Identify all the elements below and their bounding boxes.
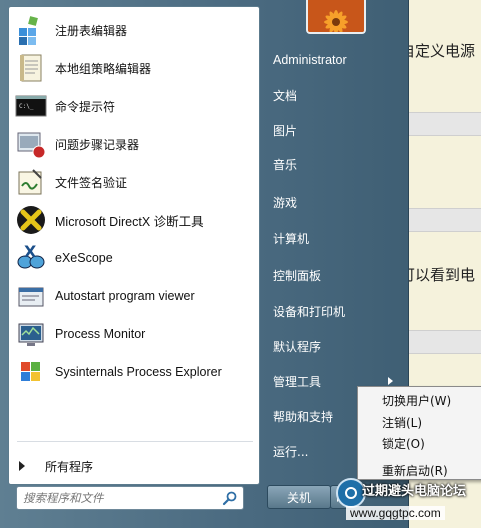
autostart-viewer-icon	[15, 280, 47, 312]
right-item-documents[interactable]: 文档	[265, 82, 405, 108]
background-text-line: 可以看到电	[400, 266, 476, 284]
watermark-title: 过期避头电脑论坛	[362, 484, 467, 499]
all-programs-button[interactable]: 所有程序	[19, 455, 93, 477]
steps-recorder-icon	[15, 128, 47, 160]
right-item-label: 文档	[273, 88, 298, 103]
command-prompt-icon: C:\_	[15, 90, 47, 122]
right-item-label: 控制面板	[273, 268, 322, 283]
background-text-line: 自定义电源	[400, 42, 476, 60]
program-label: 文件签名验证	[55, 175, 128, 190]
program-label: 命令提示符	[55, 99, 116, 114]
registry-editor-icon	[15, 14, 47, 46]
right-item-label: 默认程序	[273, 339, 322, 354]
program-item-steps-recorder[interactable]: 问题步骤记录器	[13, 127, 253, 161]
program-label: Sysinternals Process Explorer	[55, 365, 222, 379]
program-item-process-explorer[interactable]: Sysinternals Process Explorer	[13, 355, 253, 389]
program-label: Autostart program viewer	[55, 289, 195, 303]
search-box[interactable]	[16, 486, 244, 510]
program-item-exescope[interactable]: X eXeScope	[13, 241, 253, 275]
program-label: Microsoft DirectX 诊断工具	[55, 214, 204, 229]
program-item-registry-editor[interactable]: 注册表编辑器	[13, 13, 253, 47]
group-policy-icon	[15, 52, 47, 84]
right-item-label: Administrator	[273, 53, 347, 67]
svg-text:C:\_: C:\_	[19, 103, 34, 110]
right-item-label: 运行...	[273, 444, 309, 459]
start-menu: 注册表编辑器 本地组策略编辑器 C:\_ 命令提示符 问题步骤记录器 文件签名验…	[0, 0, 409, 528]
right-item-music[interactable]: 音乐	[265, 151, 405, 177]
right-item-control-panel[interactable]: 控制面板	[265, 262, 405, 288]
menu-item-log-off[interactable]: 注销(L)	[382, 414, 422, 431]
program-item-file-signature[interactable]: 文件签名验证	[13, 165, 253, 199]
program-label: 注册表编辑器	[55, 23, 128, 38]
program-label: Process Monitor	[55, 327, 146, 341]
right-item-label: 帮助和支持	[273, 409, 334, 424]
watermark: 过期避头电脑论坛 www.gqgtpc.com	[336, 472, 481, 528]
program-item-directx[interactable]: Microsoft DirectX 诊断工具	[13, 203, 253, 237]
right-item-label: 设备和打印机	[273, 304, 346, 319]
all-programs-label: 所有程序	[45, 459, 94, 474]
shutdown-button[interactable]: 关机	[267, 485, 331, 509]
right-item-label: 音乐	[273, 157, 298, 172]
search-icon[interactable]	[222, 490, 238, 506]
right-item-user-folder[interactable]: Administrator	[265, 47, 405, 73]
program-item-command-prompt[interactable]: C:\_ 命令提示符	[13, 89, 253, 123]
right-item-pictures[interactable]: 图片	[265, 117, 405, 143]
right-item-label: 游戏	[273, 195, 298, 210]
search-input[interactable]	[21, 489, 215, 507]
right-item-label: 图片	[273, 123, 298, 138]
watermark-url: www.gqgtpc.com	[346, 506, 445, 520]
process-explorer-icon	[15, 356, 47, 388]
right-item-games[interactable]: 游戏	[265, 189, 405, 215]
menu-item-switch-user[interactable]: 切换用户(W)	[382, 392, 451, 409]
power-options-menu: 切换用户(W) 注销(L) 锁定(O) 重新启动(R)	[357, 386, 481, 480]
exescope-icon: X	[15, 242, 47, 274]
divider	[17, 441, 253, 442]
program-label: 问题步骤记录器	[55, 137, 140, 152]
user-avatar[interactable]	[306, 0, 366, 34]
right-item-computer[interactable]: 计算机	[265, 225, 405, 251]
program-label: 本地组策略编辑器	[55, 61, 152, 76]
process-monitor-icon	[15, 318, 47, 350]
program-item-group-policy[interactable]: 本地组策略编辑器	[13, 51, 253, 85]
program-item-process-monitor[interactable]: Process Monitor	[13, 317, 253, 351]
right-item-label: 管理工具	[273, 374, 322, 389]
program-label: eXeScope	[55, 251, 113, 265]
program-pane: 注册表编辑器 本地组策略编辑器 C:\_ 命令提示符 问题步骤记录器 文件签名验…	[8, 6, 260, 485]
chevron-right-icon	[388, 377, 393, 385]
arrow-right-icon	[19, 461, 25, 471]
shutdown-label: 关机	[286, 490, 311, 505]
right-item-label: 计算机	[273, 231, 310, 246]
menu-item-lock[interactable]: 锁定(O)	[382, 435, 425, 452]
directx-icon	[15, 204, 47, 236]
svg-text:X: X	[24, 242, 37, 261]
program-item-autostart-viewer[interactable]: Autostart program viewer	[13, 279, 253, 313]
file-signature-icon	[15, 166, 47, 198]
right-item-devices-printers[interactable]: 设备和打印机	[265, 298, 405, 324]
right-item-default-programs[interactable]: 默认程序	[265, 333, 405, 359]
